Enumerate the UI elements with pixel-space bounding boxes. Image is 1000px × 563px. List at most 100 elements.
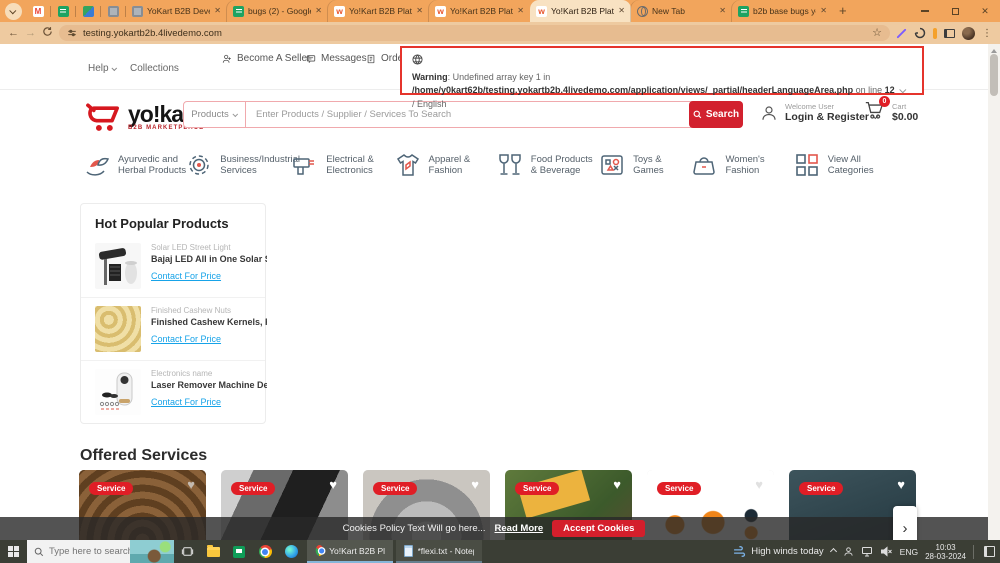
close-icon[interactable]: ✕ bbox=[214, 7, 221, 15]
category-label: Women's Fashion bbox=[725, 154, 793, 177]
category-industrial[interactable]: Business/Industrial Services bbox=[186, 152, 292, 178]
edge-button[interactable] bbox=[278, 540, 304, 563]
category-electronics[interactable]: Electrical & Electronics bbox=[292, 152, 394, 178]
product-image-laser-device bbox=[95, 369, 141, 415]
back-button[interactable]: ← bbox=[8, 28, 19, 39]
start-button[interactable] bbox=[0, 540, 27, 563]
warning-suffix: on line bbox=[853, 85, 885, 95]
messages-link[interactable]: Messages bbox=[306, 53, 367, 64]
taskbar-search-input[interactable] bbox=[44, 546, 130, 557]
notepad-icon bbox=[404, 545, 413, 557]
close-icon[interactable]: ✕ bbox=[618, 7, 625, 15]
minimize-button[interactable] bbox=[910, 0, 940, 22]
heart-icon[interactable]: ♥ bbox=[187, 478, 195, 491]
close-icon[interactable]: ✕ bbox=[517, 7, 524, 15]
maximize-button[interactable] bbox=[940, 0, 970, 22]
category-apparel[interactable]: Apparel & Fashion bbox=[395, 152, 497, 178]
contact-for-price-link[interactable]: Contact For Price bbox=[151, 334, 221, 344]
pinned-tab-gmail[interactable]: M bbox=[26, 0, 50, 22]
product-image-cashews bbox=[95, 306, 141, 352]
carousel-next-button[interactable]: › bbox=[893, 506, 917, 540]
page-scrollbar[interactable] bbox=[988, 44, 1000, 540]
forward-button[interactable]: → bbox=[25, 28, 36, 39]
profile-avatar[interactable] bbox=[962, 27, 975, 40]
product-item[interactable]: Solar LED Street Light Bajaj LED All in … bbox=[81, 235, 265, 297]
people-icon[interactable] bbox=[843, 546, 854, 557]
scroll-up-arrow[interactable] bbox=[991, 46, 997, 53]
browser-tab[interactable]: YoKart B2B Development | ✕ bbox=[126, 0, 227, 22]
search-highlight-illustration[interactable] bbox=[130, 540, 174, 563]
bookmark-icon[interactable]: ☆ bbox=[872, 28, 882, 39]
taskbar-search-box[interactable] bbox=[27, 540, 174, 563]
chrome-button[interactable] bbox=[252, 540, 278, 563]
collections-link[interactable]: Collections bbox=[130, 63, 179, 74]
herbal-hand-icon bbox=[84, 152, 110, 178]
orange-extension-icon[interactable] bbox=[933, 28, 937, 39]
chevron-down-icon[interactable] bbox=[899, 86, 906, 93]
category-toys[interactable]: Toys & Games bbox=[599, 152, 691, 178]
category-food[interactable]: Food Products & Beverage bbox=[497, 152, 599, 178]
url-text[interactable]: testing.yokartb2b.4livedemo.com bbox=[83, 28, 866, 39]
product-item[interactable]: Finished Cashew Nuts Finished Cashew Ker… bbox=[81, 297, 265, 360]
close-icon[interactable]: ✕ bbox=[315, 7, 322, 15]
new-tab-button[interactable]: + bbox=[839, 1, 847, 21]
window-close-button[interactable]: ✕ bbox=[970, 0, 1000, 22]
contact-for-price-link[interactable]: Contact For Price bbox=[151, 271, 221, 281]
contact-for-price-link[interactable]: Contact For Price bbox=[151, 397, 221, 407]
browser-tab-active[interactable]: w Yo!Kart B2B Platform | Yo... ✕ bbox=[530, 0, 631, 22]
address-bar[interactable]: testing.yokartb2b.4livedemo.com ☆ bbox=[59, 25, 890, 41]
language-indicator[interactable]: ENG bbox=[900, 547, 918, 557]
product-item[interactable]: Electronics name Laser Remover Machine D… bbox=[81, 360, 265, 423]
weather-widget[interactable]: High winds today bbox=[733, 546, 823, 557]
category-view-all[interactable]: View All Categories bbox=[794, 152, 896, 178]
yokart-icon: w bbox=[334, 6, 345, 17]
window-extension-icon[interactable] bbox=[944, 29, 955, 38]
heart-icon[interactable]: ♥ bbox=[755, 478, 763, 491]
category-womens-fashion[interactable]: Women's Fashion bbox=[691, 152, 793, 178]
task-view-icon bbox=[181, 545, 194, 558]
pinned-tab-chat[interactable] bbox=[76, 0, 100, 22]
google-chat-button[interactable] bbox=[226, 540, 252, 563]
task-view-button[interactable] bbox=[174, 540, 200, 563]
close-icon[interactable]: ✕ bbox=[719, 7, 726, 15]
network-icon[interactable] bbox=[861, 546, 873, 557]
chevron-down-icon bbox=[232, 111, 238, 117]
loop-extension-icon[interactable] bbox=[914, 27, 926, 39]
close-icon[interactable]: ✕ bbox=[820, 7, 827, 15]
close-icon[interactable]: ✕ bbox=[416, 7, 423, 15]
browser-tab[interactable]: b2b base bugs yet to be p... ✕ bbox=[732, 0, 833, 22]
reload-button[interactable] bbox=[42, 26, 53, 40]
tab-search-button[interactable] bbox=[5, 3, 22, 20]
taskbar-window-notepad[interactable]: *flexi.txt - Notepad bbox=[396, 540, 482, 563]
browser-tab[interactable]: w Yo!Kart B2B Platform | Yo... ✕ bbox=[328, 0, 429, 22]
heart-icon[interactable]: ♥ bbox=[613, 478, 621, 491]
warning-message: : Undefined array key 1 in bbox=[448, 72, 551, 82]
pen-extension-icon[interactable] bbox=[896, 28, 907, 39]
become-seller-link[interactable]: Become A Seller bbox=[222, 53, 310, 64]
accept-cookies-button[interactable]: Accept Cookies bbox=[552, 520, 645, 537]
window-title: Yo!Kart B2B Platfor... bbox=[329, 546, 385, 556]
browser-tab[interactable]: bugs (2) - Google Sheets ✕ bbox=[227, 0, 328, 22]
file-explorer-button[interactable] bbox=[200, 540, 226, 563]
taskbar-window-yokart[interactable]: Yo!Kart B2B Platfor... bbox=[307, 540, 393, 563]
search-category-dropdown[interactable]: Products bbox=[184, 102, 246, 127]
action-center-icon[interactable] bbox=[984, 546, 995, 557]
browser-menu-icon[interactable]: ⋮ bbox=[982, 28, 992, 39]
product-name: Bajaj LED All in One Solar Street Li... bbox=[151, 254, 267, 264]
language-label[interactable]: / English bbox=[412, 98, 912, 111]
heart-icon[interactable]: ♥ bbox=[471, 478, 479, 491]
browser-tab[interactable]: w Yo!Kart B2B Platform | Yo... ✕ bbox=[429, 0, 530, 22]
taskbar-clock[interactable]: 10:03 28-03-2024 bbox=[925, 543, 966, 561]
read-more-link[interactable]: Read More bbox=[495, 523, 544, 534]
pinned-tab-devtool[interactable] bbox=[101, 0, 125, 22]
browser-tab[interactable]: New Tab ✕ bbox=[631, 0, 732, 22]
pinned-tab-sheets[interactable] bbox=[51, 0, 75, 22]
volume-muted-icon[interactable] bbox=[880, 546, 893, 557]
help-menu[interactable]: Help bbox=[88, 63, 117, 74]
heart-icon[interactable]: ♥ bbox=[329, 478, 337, 491]
heart-icon[interactable]: ♥ bbox=[897, 478, 905, 491]
search-category-label: Products bbox=[191, 109, 229, 120]
tray-expand-icon[interactable] bbox=[830, 548, 837, 555]
category-ayurvedic[interactable]: Ayurvedic and Herbal Products bbox=[84, 152, 186, 178]
scrollbar-thumb[interactable] bbox=[990, 54, 998, 96]
